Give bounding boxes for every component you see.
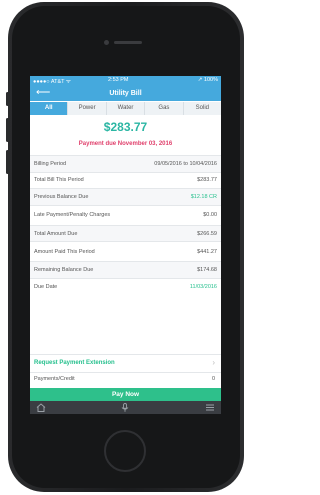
list-item: Late Payment/Penalty Charges $0.00: [30, 204, 221, 225]
tab-gas[interactable]: Gas: [145, 102, 184, 115]
microphone-icon[interactable]: [121, 403, 129, 414]
power-button: [241, 120, 244, 150]
row-value: $441.27: [197, 248, 217, 255]
bill-amount: $283.77: [103, 120, 148, 134]
row-label: Billing Period: [34, 160, 67, 167]
row-value: $283.77: [197, 177, 217, 184]
row-label: Total Bill This Period: [34, 177, 84, 184]
menu-icon[interactable]: [205, 403, 215, 414]
utility-tabs: All Power Water Gas Solid: [30, 102, 221, 115]
row-label: Due Date: [34, 283, 58, 290]
bill-details-list: Billing Period 09/05/2016 to 10/04/2016 …: [30, 155, 221, 295]
row-value: $0.00: [203, 212, 217, 219]
home-button[interactable]: [104, 430, 146, 472]
app-header: ●●●●○ AT&T ᯤ 2:53 PM ↗ 100% ⟵ Utility Bi…: [30, 76, 221, 101]
bottom-tab-bar: [30, 401, 221, 414]
list-item: Total Bill This Period $283.77: [30, 171, 221, 189]
front-camera: [104, 40, 109, 45]
list-item: Remaining Balance Due $174.68: [30, 261, 221, 278]
tab-solid[interactable]: Solid: [184, 102, 221, 115]
row-label: Remaining Balance Due: [34, 266, 94, 273]
app-screen: ●●●●○ AT&T ᯤ 2:53 PM ↗ 100% ⟵ Utility Bi…: [30, 76, 221, 414]
list-item: Total Amount Due $266.59: [30, 224, 221, 242]
list-item: Amount Paid This Period $441.27: [30, 241, 221, 261]
volume-down-button: [6, 150, 9, 174]
volume-up-button: [6, 118, 9, 142]
list-item: Previous Balance Due $12.18 CR: [30, 188, 221, 205]
chevron-right-icon: ›: [212, 358, 215, 367]
status-bar: ●●●●○ AT&T ᯤ 2:53 PM ↗ 100%: [30, 77, 221, 86]
row-value: 11/03/2016: [189, 283, 217, 290]
row-value: 09/05/2016 to 10/04/2016: [154, 160, 217, 167]
payments-credit-row[interactable]: Payments/Credit 0: [30, 371, 221, 389]
tab-all[interactable]: All: [30, 102, 69, 115]
row-label: Late Payment/Penalty Charges: [34, 212, 111, 219]
tab-water[interactable]: Water: [107, 102, 146, 115]
row-value: $174.68: [197, 267, 217, 274]
row-label: Amount Paid This Period: [34, 248, 95, 255]
carrier-signal: ●●●●○ AT&T ᯤ: [33, 79, 71, 85]
list-item: Billing Period 09/05/2016 to 10/04/2016: [30, 155, 221, 172]
pay-now-button[interactable]: Pay Now: [30, 388, 221, 401]
row-label: Previous Balance Due: [34, 193, 89, 200]
mute-switch: [6, 92, 9, 106]
status-time: 2:53 PM: [108, 77, 129, 83]
row-label: Total Amount Due: [34, 230, 78, 237]
list-item: Due Date 11/03/2016: [30, 277, 221, 295]
payments-credit-label: Payments/Credit: [34, 376, 75, 382]
request-extension-label: Request Payment Extension: [34, 360, 115, 366]
home-icon[interactable]: [36, 403, 46, 414]
nav-bar: ⟵ Utility Bill: [30, 86, 221, 101]
row-value: $266.59: [197, 230, 217, 237]
page-title: Utility Bill: [109, 90, 142, 97]
payment-due-text: Payment due November 03, 2016: [78, 141, 173, 147]
earpiece-speaker: [114, 41, 142, 44]
payments-credit-count: 0: [211, 376, 215, 382]
battery-status: ↗ 100%: [197, 77, 218, 83]
tab-power[interactable]: Power: [68, 102, 107, 115]
row-value: $12.18 CR: [190, 193, 217, 200]
